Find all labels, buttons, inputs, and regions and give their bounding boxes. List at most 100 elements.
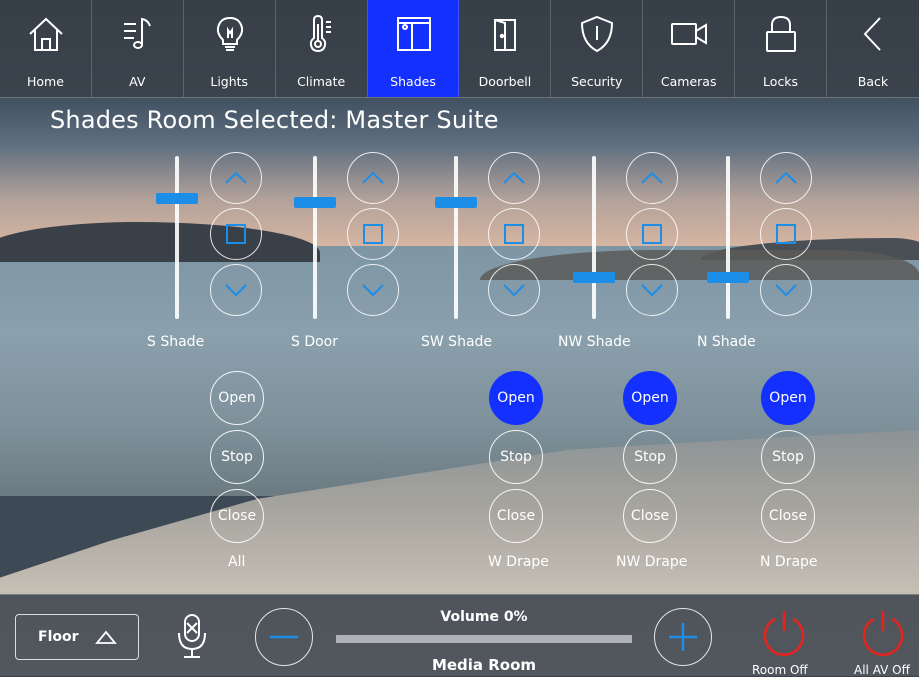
shade-up-button[interactable]: [760, 152, 812, 204]
shade-label: SW Shade: [421, 334, 493, 350]
drape-stop-button[interactable]: Stop: [210, 430, 264, 484]
all-av-off-label: All AV Off: [854, 663, 910, 677]
shade-slider-thumb[interactable]: [573, 271, 615, 283]
power-icon: [862, 611, 904, 656]
floor-label: Floor: [38, 629, 79, 645]
drape-stop-button[interactable]: Stop: [489, 430, 543, 484]
chevron-down-icon: [362, 284, 384, 297]
shade-label: S Door: [291, 334, 339, 350]
door-icon: [485, 14, 525, 54]
shade-slider-thumb[interactable]: [294, 196, 336, 208]
stop-square-icon: [363, 224, 383, 244]
nav-av[interactable]: AV: [92, 0, 184, 97]
shade-up-button[interactable]: [347, 152, 399, 204]
shade-slider-track[interactable]: [313, 156, 317, 319]
nav-doorbell-label: Doorbell: [478, 74, 532, 89]
room-off-button[interactable]: [758, 607, 810, 659]
volume-label: Volume 0%: [440, 609, 528, 625]
chevron-down-icon: [225, 284, 247, 297]
shade-down-button[interactable]: [210, 264, 262, 316]
drape-open-button[interactable]: Open: [210, 371, 264, 425]
chevron-down-icon: [775, 284, 797, 297]
drape-stop-button[interactable]: Stop: [623, 430, 677, 484]
drape-open-button[interactable]: Open: [489, 371, 543, 425]
shade-stop-button[interactable]: [210, 208, 262, 260]
drape-close-button[interactable]: Close: [623, 489, 677, 543]
all-av-off-button[interactable]: [857, 607, 909, 659]
chevron-up-icon: [362, 171, 384, 184]
chevron-down-icon: [641, 284, 663, 297]
shade-stop-button[interactable]: [626, 208, 678, 260]
triangle-up-icon: [94, 627, 118, 647]
nav-locks[interactable]: Locks: [735, 0, 828, 97]
drape-label: NW Drape: [616, 554, 688, 570]
nav-back-label: Back: [857, 74, 889, 89]
volume-slider[interactable]: [336, 635, 632, 643]
power-icon: [763, 611, 805, 656]
nav-security[interactable]: Security: [551, 0, 644, 97]
drape-open-button[interactable]: Open: [761, 371, 815, 425]
microphone-muted-icon[interactable]: [175, 611, 209, 661]
drape-close-button[interactable]: Close: [489, 489, 543, 543]
plus-icon: [668, 622, 697, 651]
shade-slider-thumb[interactable]: [707, 271, 749, 283]
stop-square-icon: [504, 224, 524, 244]
nav-lights[interactable]: Lights: [184, 0, 276, 97]
music-icon: [118, 14, 158, 54]
nav-doorbell[interactable]: Doorbell: [459, 0, 552, 97]
shade-slider-thumb[interactable]: [156, 193, 198, 205]
nav-security-label: Security: [571, 74, 623, 89]
nav-locks-label: Locks: [763, 74, 799, 89]
volume-up-button[interactable]: [654, 608, 712, 666]
shade-stop-button[interactable]: [347, 208, 399, 260]
shade-slider-track[interactable]: [592, 156, 596, 319]
shade-down-button[interactable]: [760, 264, 812, 316]
drape-stop-button[interactable]: Stop: [761, 430, 815, 484]
shade-slider-track[interactable]: [726, 156, 730, 319]
drape-label: W Drape: [488, 554, 549, 570]
shade-stop-button[interactable]: [488, 208, 540, 260]
shield-icon: [577, 14, 617, 54]
volume-down-button[interactable]: [255, 608, 313, 666]
stop-square-icon: [226, 224, 246, 244]
camera-icon: [669, 14, 709, 54]
top-nav: Home AV Lights Climate Shades Doorbell S…: [0, 0, 919, 98]
home-icon: [26, 14, 66, 54]
chevron-up-icon: [775, 171, 797, 184]
shade-down-button[interactable]: [347, 264, 399, 316]
page-title: Shades Room Selected: Master Suite: [50, 106, 499, 134]
chevron-up-icon: [225, 171, 247, 184]
shade-slider-thumb[interactable]: [435, 196, 477, 208]
nav-lights-label: Lights: [210, 74, 249, 89]
shade-up-button[interactable]: [488, 152, 540, 204]
drape-open-button[interactable]: Open: [623, 371, 677, 425]
stop-square-icon: [776, 224, 796, 244]
nav-climate[interactable]: Climate: [276, 0, 368, 97]
shade-up-button[interactable]: [210, 152, 262, 204]
shade-down-button[interactable]: [626, 264, 678, 316]
nav-back[interactable]: Back: [827, 0, 919, 97]
drape-close-button[interactable]: Close: [210, 489, 264, 543]
shade-slider-track[interactable]: [175, 156, 179, 319]
stop-square-icon: [642, 224, 662, 244]
shade-up-button[interactable]: [626, 152, 678, 204]
shade-stop-button[interactable]: [760, 208, 812, 260]
shades-icon: [394, 14, 434, 54]
nav-home[interactable]: Home: [0, 0, 92, 97]
chevron-left-icon: [853, 14, 893, 54]
nav-cameras[interactable]: Cameras: [643, 0, 736, 97]
shade-label: N Shade: [697, 334, 756, 350]
shade-slider-track[interactable]: [454, 156, 458, 319]
minus-icon: [269, 635, 298, 638]
drape-label: N Drape: [760, 554, 818, 570]
room-name: Media Room: [431, 656, 537, 674]
nav-av-label: AV: [129, 74, 146, 89]
floor-button[interactable]: Floor: [15, 614, 139, 660]
nav-shades[interactable]: Shades: [367, 0, 460, 97]
shade-label: S Shade: [147, 334, 205, 350]
lightbulb-icon: [210, 14, 250, 54]
shade-down-button[interactable]: [488, 264, 540, 316]
drape-close-button[interactable]: Close: [761, 489, 815, 543]
drape-label: All: [228, 554, 246, 570]
chevron-up-icon: [641, 171, 663, 184]
